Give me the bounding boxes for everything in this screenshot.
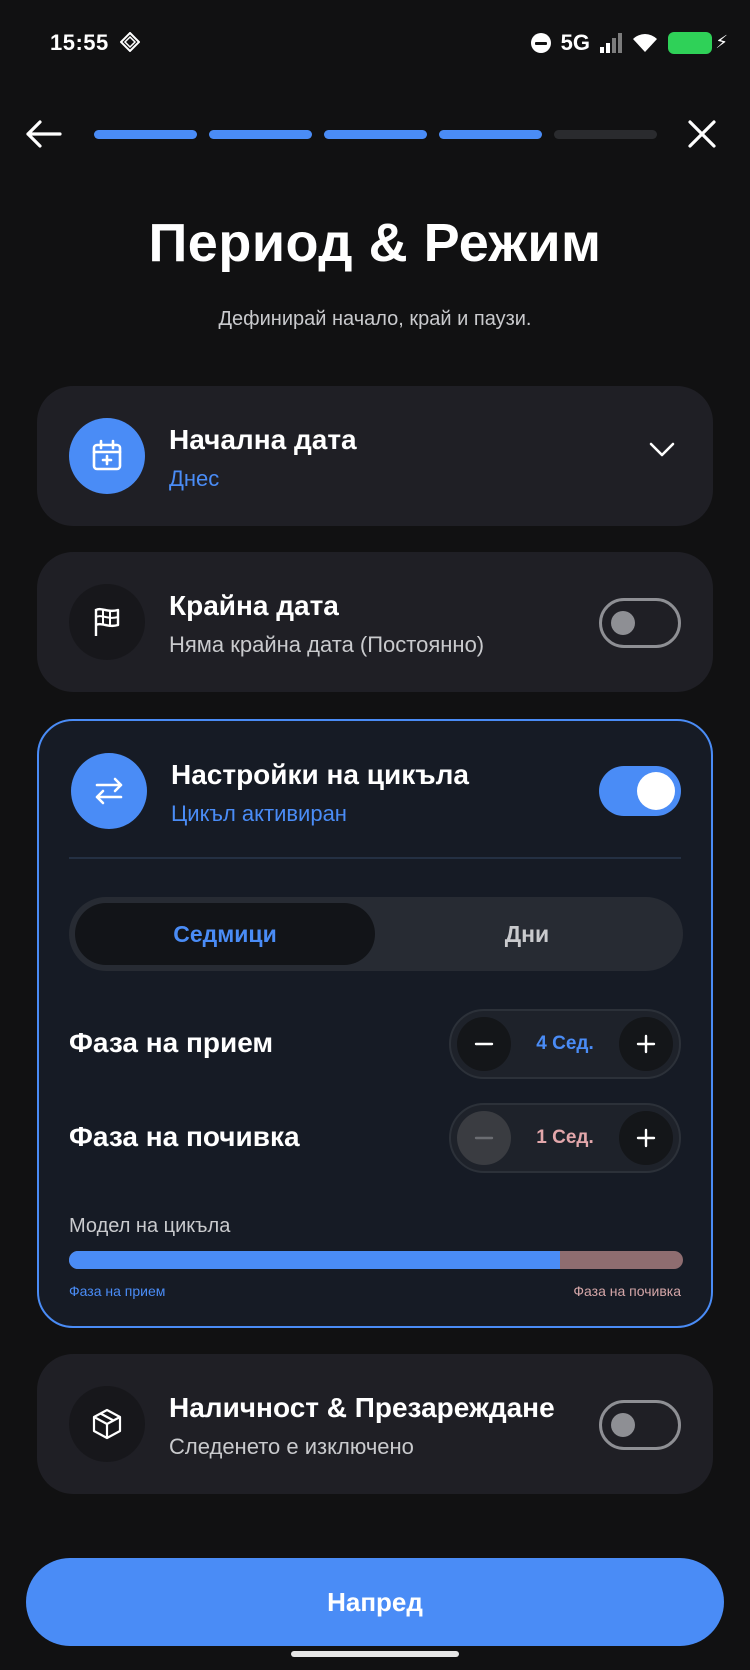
battery-icon: ⚡ [668, 32, 728, 54]
toggle-knob [611, 1413, 635, 1437]
end-date-toggle[interactable] [599, 598, 681, 648]
intake-decrement-button[interactable] [457, 1017, 511, 1071]
start-date-card[interactable]: Начална дата Днес [37, 386, 713, 526]
start-date-title: Начална дата [169, 424, 357, 455]
close-icon[interactable] [680, 112, 724, 156]
progress-segment [554, 130, 657, 139]
stock-status: Следенето е изключено [169, 1434, 414, 1459]
status-icons: 5G ⚡ [530, 28, 728, 58]
wifi-icon [633, 34, 657, 52]
chevron-down-icon[interactable] [647, 434, 677, 464]
calendar-icon [69, 418, 145, 494]
stock-title: Наличност & Презареждане [169, 1392, 555, 1423]
charging-bolt-icon: ⚡ [715, 32, 728, 52]
minus-icon [474, 1136, 494, 1140]
swap-arrows-icon [71, 753, 147, 829]
rest-value: 1 Сед. [536, 1127, 594, 1148]
intake-value: 4 Сед. [536, 1033, 594, 1054]
tab-days[interactable]: Дни [377, 903, 677, 965]
rest-stepper: 1 Сед. [449, 1103, 681, 1173]
plus-icon [636, 1128, 656, 1148]
step-progress [94, 130, 657, 139]
back-arrow-icon[interactable] [22, 112, 66, 156]
home-indicator [291, 1651, 459, 1657]
network-type: 5G [560, 30, 590, 55]
stock-card: Наличност & Презареждане Следенето е изк… [37, 1354, 713, 1494]
start-date-value: Днес [169, 466, 220, 491]
cycle-toggle[interactable] [599, 766, 681, 816]
intake-phase-fill [69, 1251, 561, 1269]
unit-segmented-control: Седмици Дни [69, 897, 683, 971]
plus-icon [636, 1034, 656, 1054]
top-navigation [0, 100, 750, 170]
end-date-title: Крайна дата [169, 590, 339, 621]
toggle-knob [611, 611, 635, 635]
rest-increment-button[interactable] [619, 1111, 673, 1165]
signal-icon [600, 33, 622, 53]
nfc-diamond-icon [120, 32, 140, 52]
legend-rest: Фаза на почивка [573, 1283, 681, 1299]
intake-phase-label: Фаза на прием [69, 1027, 274, 1058]
next-button[interactable]: Напред [26, 1558, 724, 1646]
rest-decrement-button[interactable] [457, 1111, 511, 1165]
flag-icon [69, 584, 145, 660]
progress-segment [439, 130, 542, 139]
cycle-settings-card: Настройки на цикъла Цикъл активиран Седм… [37, 719, 713, 1328]
intake-increment-button[interactable] [619, 1017, 673, 1071]
toggle-knob [637, 772, 675, 810]
legend-intake: Фаза на прием [69, 1283, 166, 1299]
stock-toggle[interactable] [599, 1400, 681, 1450]
intake-stepper: 4 Сед. [449, 1009, 681, 1079]
end-date-value: Няма крайна дата (Постоянно) [169, 632, 485, 657]
cycle-model-bar [69, 1251, 683, 1269]
progress-segment [324, 130, 427, 139]
tab-weeks[interactable]: Седмици [75, 903, 375, 965]
cycle-model-label: Модел на цикъла [69, 1215, 231, 1237]
status-bar: 15:55 5G ⚡ [0, 0, 750, 88]
page-subtitle: Дефинирай начало, край и паузи. [218, 308, 532, 330]
status-time: 15:55 [50, 30, 109, 55]
do-not-disturb-icon [530, 33, 551, 53]
progress-segment [209, 130, 312, 139]
package-icon [69, 1386, 145, 1462]
rest-phase-label: Фаза на почивка [69, 1121, 300, 1152]
end-date-card: Крайна дата Няма крайна дата (Постоянно) [37, 552, 713, 692]
cycle-title: Настройки на цикъла [171, 759, 469, 790]
cycle-status: Цикъл активиран [171, 801, 347, 826]
page-title: Период & Режим [148, 213, 602, 273]
divider [69, 857, 681, 859]
progress-segment [94, 130, 197, 139]
minus-icon [474, 1042, 494, 1046]
